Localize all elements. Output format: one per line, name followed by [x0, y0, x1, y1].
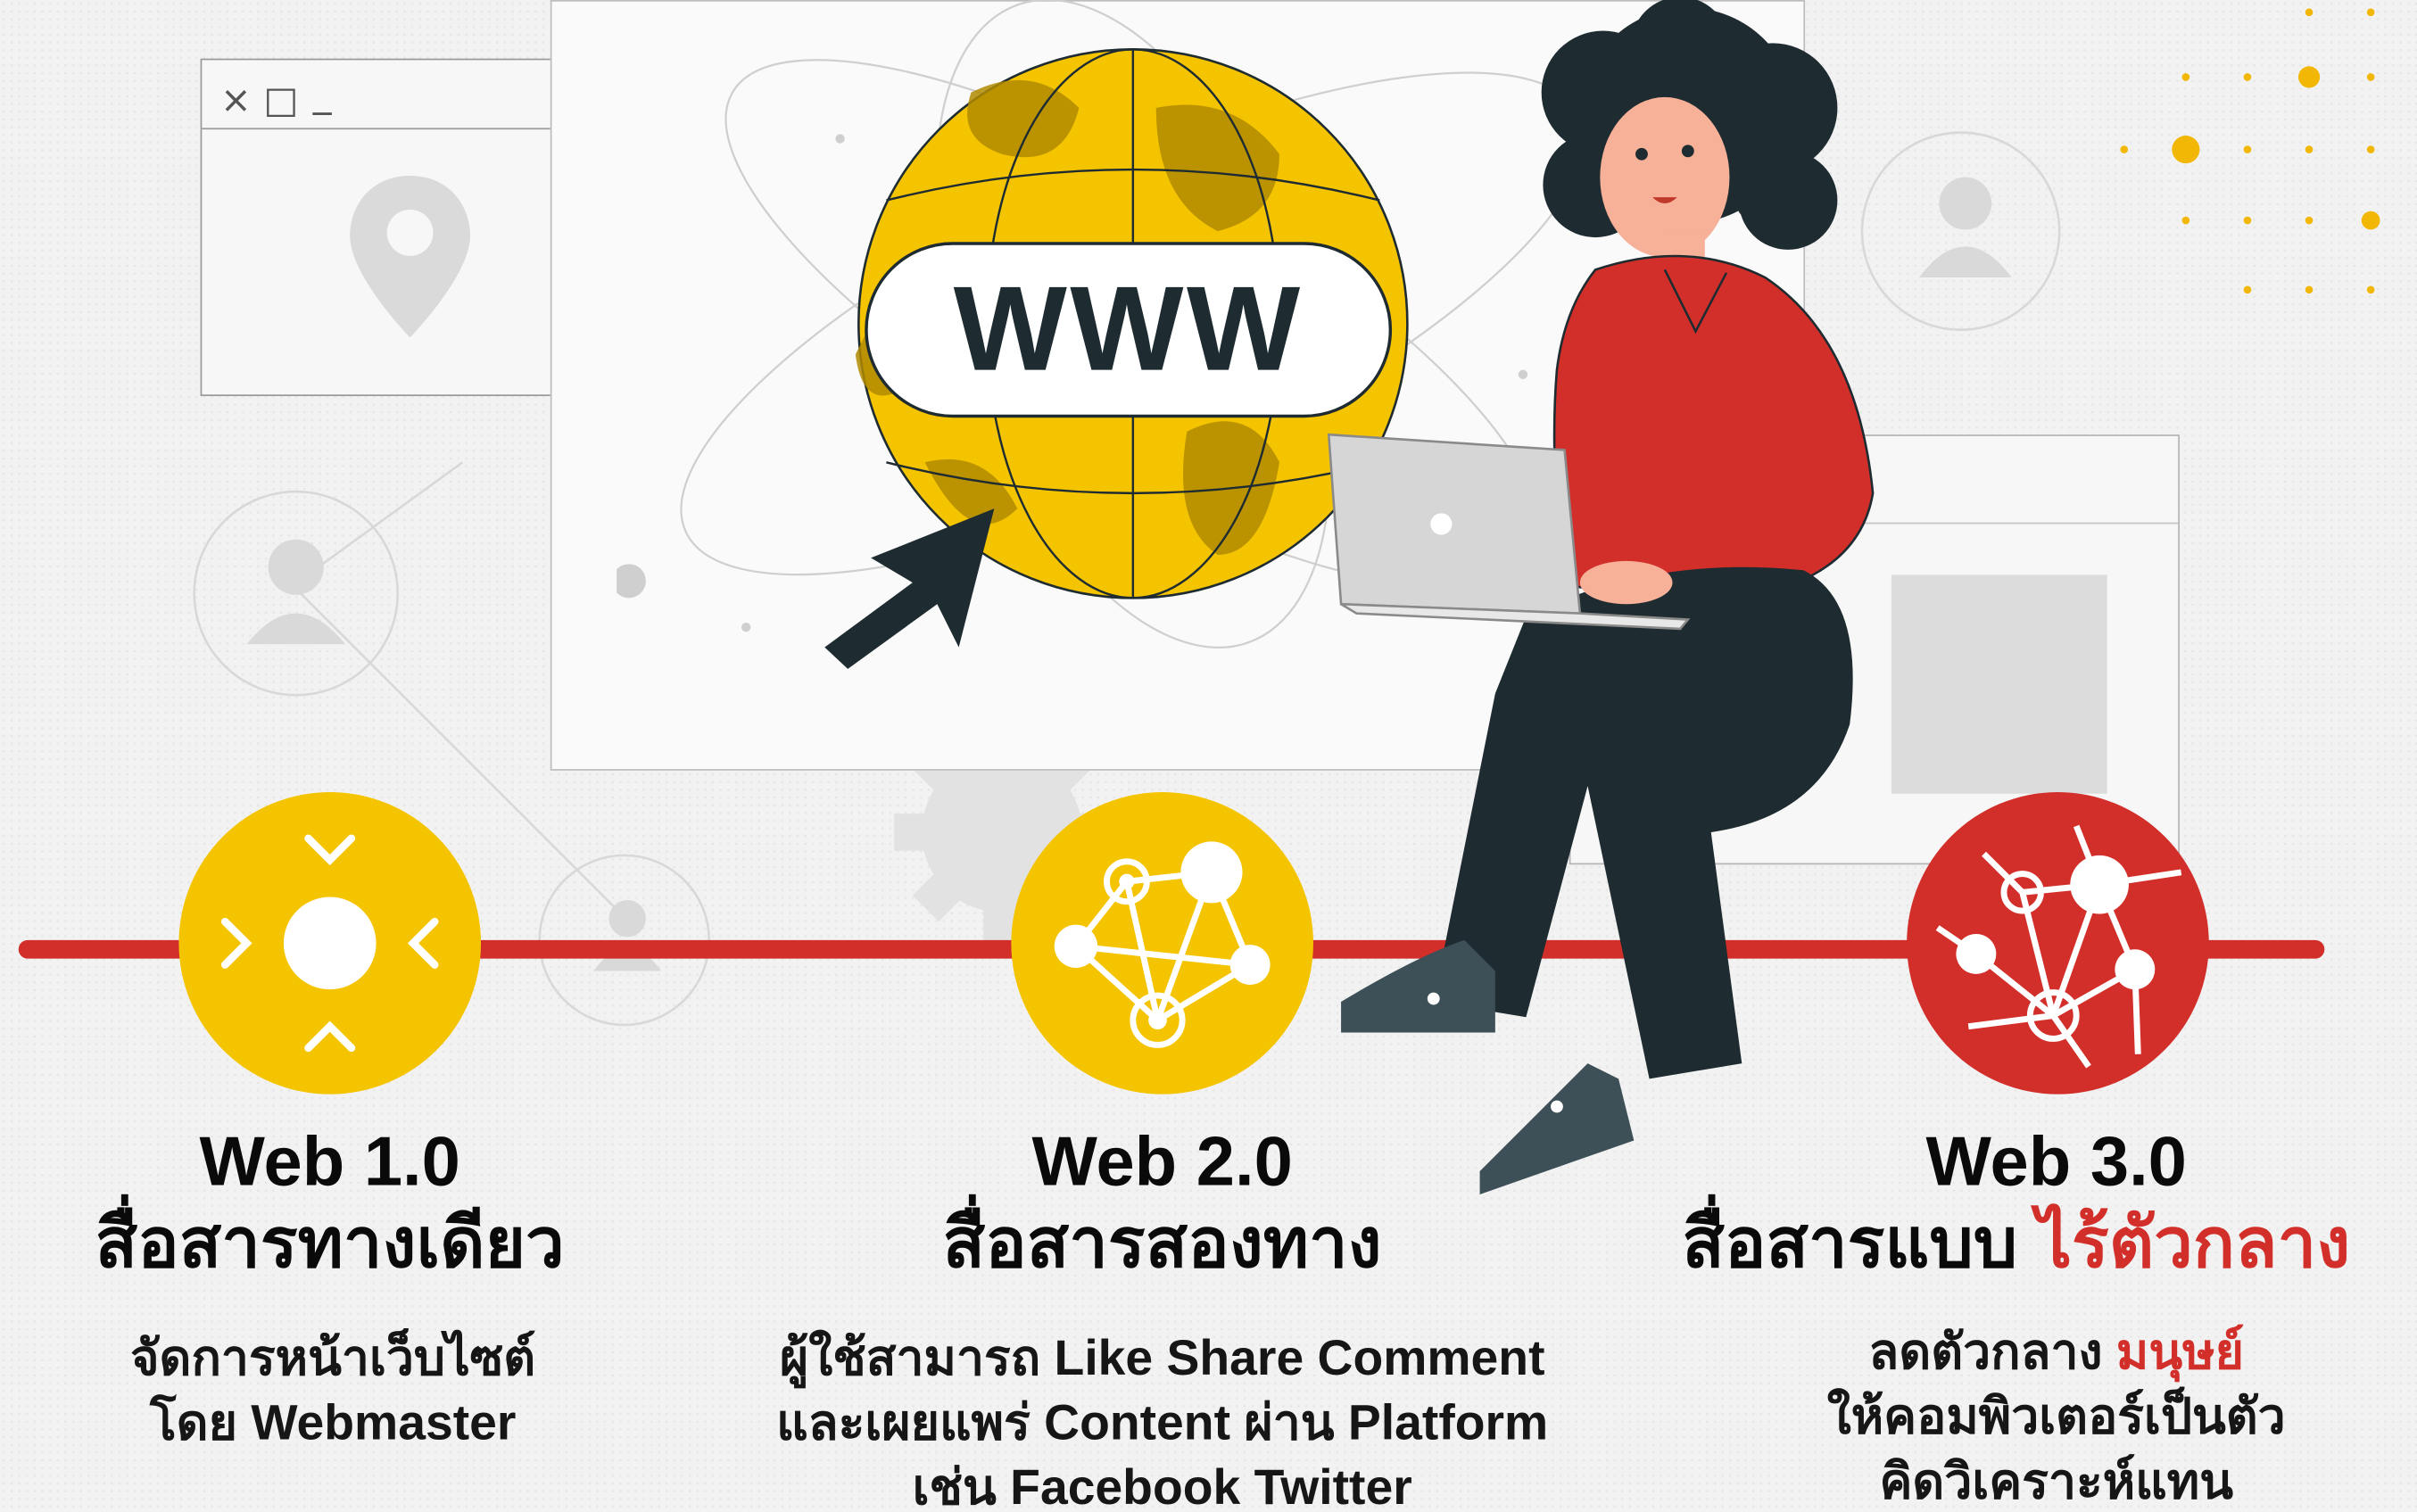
web3-desc-line: ลดตัวกลาง มนุษย์ [1578, 1319, 2417, 1384]
web1-thai-title: สื่อสารทางเดียว [95, 1203, 565, 1283]
web3-icon-circle [1907, 792, 2209, 1095]
web3-thai-title: สื่อสารแบบ ไร้ตัวกลาง [1625, 1202, 2408, 1285]
web2-label: Web 2.0 [1031, 1121, 1293, 1201]
web3-thai-title-highlight: ไร้ตัวกลาง [2036, 1203, 2351, 1283]
target-icon [220, 834, 439, 1053]
web3-desc-highlight: มนุษย์ [2115, 1324, 2244, 1380]
location-pin-icon [350, 175, 470, 338]
web3-label: Web 3.0 [1925, 1121, 2187, 1201]
close-icon: × [220, 78, 252, 122]
browser-window-small: × □ _ [200, 58, 559, 397]
www-label: WWW [954, 261, 1304, 396]
web2-description: ผู้ใช้สามารถ Like Share Comment และเผยแพ… [684, 1326, 1640, 1512]
cursor-icon [824, 508, 995, 669]
web3-description: ลดตัวกลาง มนุษย์ ให้คอมพิวเตอร์เป็นตัว ค… [1578, 1319, 2417, 1512]
network-icon [1054, 841, 1271, 1048]
image-placeholder [1891, 574, 2107, 794]
web3-thai-title-prefix: สื่อสารแบบ [1682, 1203, 2037, 1283]
web2-desc-line: ผู้ใช้สามารถ Like Share Comment [779, 1329, 1545, 1386]
web3-desc-line: ให้คอมพิวเตอร์เป็นตัว [1826, 1388, 2286, 1444]
web1-icon-circle [178, 792, 482, 1095]
window-titlebar: × □ _ [202, 60, 557, 130]
minimize-icon: _ [312, 72, 332, 116]
woman-with-laptop-illustration [1327, 0, 1875, 1194]
web2-desc-line: และเผยแพร่ Content ผ่าน Platform [776, 1394, 1549, 1450]
web3-desc-line: คิดวิเคราะห์แทน [1879, 1453, 2234, 1509]
decentralized-network-icon [1935, 824, 2182, 1069]
web3-desc-prefix: ลดตัวกลาง [1868, 1324, 2116, 1380]
web1-label: Web 1.0 [199, 1121, 460, 1201]
web2-desc-line: เช่น Facebook Twitter [912, 1459, 1412, 1512]
web2-thai-title: สื่อสารสองทาง [942, 1203, 1382, 1283]
maximize-icon: □ [263, 78, 299, 122]
web2-icon-circle [1011, 792, 1313, 1095]
